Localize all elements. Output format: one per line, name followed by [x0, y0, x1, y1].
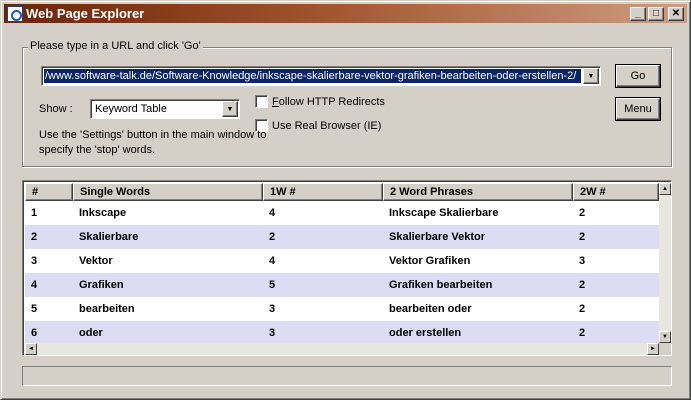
single-word: bearbeiten	[79, 303, 135, 315]
two-word-phrase: Skalierbare Vektor	[389, 231, 486, 243]
single-word-count: 3	[269, 303, 276, 315]
row-index: 2	[31, 231, 38, 243]
main-window: Web Page Explorer _ □ ✕ Please type in a…	[0, 0, 691, 400]
show-label: Show :	[39, 103, 73, 115]
table-header: # Single Words 1W # 2 Word Phrases 2W #	[25, 183, 659, 201]
table-row[interactable]: 3 Vektor 4 Vektor Grafiken 3	[25, 249, 659, 273]
row-index: 5	[31, 303, 38, 315]
table-row[interactable]: 5 bearbeiten 3 bearbeiten oder 2	[25, 297, 659, 321]
maximize-button[interactable]: □	[648, 6, 664, 21]
follow-redirects-option[interactable]: Follow HTTP Redirects	[255, 95, 385, 108]
row-index: 6	[31, 327, 38, 339]
show-select-value: Keyword Table	[95, 103, 167, 115]
table-body: 1 Inkscape 4 Inkscape Skalierbare 2 2 Sk…	[25, 201, 659, 345]
scroll-left-arrow-icon[interactable]: ◄	[25, 343, 37, 355]
two-word-count: 3	[579, 255, 586, 267]
scroll-up-arrow-icon[interactable]: ▲	[659, 183, 671, 195]
single-word-count: 3	[269, 327, 276, 339]
single-word: Vektor	[79, 255, 113, 267]
two-word-phrase: bearbeiten oder	[389, 303, 472, 315]
two-word-count: 2	[579, 231, 586, 243]
row-index: 1	[31, 207, 38, 219]
single-word-count: 4	[269, 255, 276, 267]
single-word: Skalierbare	[79, 231, 139, 243]
title-bar[interactable]: Web Page Explorer _ □ ✕	[4, 4, 687, 23]
go-button[interactable]: Go	[616, 65, 660, 87]
follow-redirects-checkbox[interactable]	[255, 95, 268, 108]
horizontal-scrollbar[interactable]: ◄ ►	[25, 343, 659, 355]
row-index: 3	[31, 255, 38, 267]
window-title: Web Page Explorer	[26, 6, 145, 21]
minimize-button[interactable]: _	[630, 6, 646, 21]
settings-help-text: Use the 'Settings' button in the main wi…	[39, 129, 267, 156]
menu-button[interactable]: Menu	[616, 98, 660, 120]
url-prompt-label: Please type in a URL and click 'Go'	[28, 40, 203, 52]
column-header-index[interactable]: #	[25, 183, 73, 201]
url-input[interactable]: /www.software-talk.de/Software-Knowledge…	[44, 69, 581, 83]
single-word: Grafiken	[79, 279, 124, 291]
keyword-table[interactable]: # Single Words 1W # 2 Word Phrases 2W # …	[22, 180, 672, 356]
column-header-single-words[interactable]: Single Words	[73, 183, 263, 201]
scrollbar-corner	[659, 343, 671, 355]
two-word-count: 2	[579, 303, 586, 315]
column-header-2-word-phrases[interactable]: 2 Word Phrases	[383, 183, 573, 201]
scroll-down-arrow-icon[interactable]: ▼	[659, 331, 671, 343]
two-word-phrase: Vektor Grafiken	[389, 255, 471, 267]
two-word-count: 2	[579, 207, 586, 219]
two-word-phrase: Grafiken bearbeiten	[389, 279, 493, 291]
table-row[interactable]: 1 Inkscape 4 Inkscape Skalierbare 2	[25, 201, 659, 225]
single-word-count: 4	[269, 207, 276, 219]
close-button[interactable]: ✕	[668, 6, 684, 21]
show-dropdown-arrow-icon[interactable]: ▼	[222, 101, 238, 117]
real-browser-label: Use Real Browser (IE)	[272, 119, 382, 132]
show-select[interactable]: Keyword Table ▼	[90, 99, 240, 119]
row-index: 4	[31, 279, 38, 291]
two-word-phrase: oder erstellen	[389, 327, 462, 339]
single-word-count: 2	[269, 231, 276, 243]
single-word: Inkscape	[79, 207, 127, 219]
column-header-2w-count[interactable]: 2W #	[573, 183, 659, 201]
single-word: oder	[79, 327, 103, 339]
table-row[interactable]: 6 oder 3 oder erstellen 2	[25, 321, 659, 345]
table-row[interactable]: 4 Grafiken 5 Grafiken bearbeiten 2	[25, 273, 659, 297]
two-word-count: 2	[579, 279, 586, 291]
table-row[interactable]: 2 Skalierbare 2 Skalierbare Vektor 2	[25, 225, 659, 249]
scroll-right-arrow-icon[interactable]: ►	[647, 343, 659, 355]
column-header-1w-count[interactable]: 1W #	[263, 183, 383, 201]
vertical-scrollbar[interactable]: ▲ ▼	[659, 183, 671, 343]
two-word-phrase: Inkscape Skalierbare	[389, 207, 499, 219]
follow-redirects-label: Follow HTTP Redirects	[272, 95, 385, 108]
url-dropdown-arrow-icon[interactable]: ▼	[583, 68, 599, 84]
two-word-count: 2	[579, 327, 586, 339]
url-combobox[interactable]: /www.software-talk.de/Software-Knowledge…	[41, 66, 601, 86]
app-globe-icon[interactable]	[7, 5, 23, 22]
single-word-count: 5	[269, 279, 276, 291]
status-bar	[22, 366, 672, 386]
